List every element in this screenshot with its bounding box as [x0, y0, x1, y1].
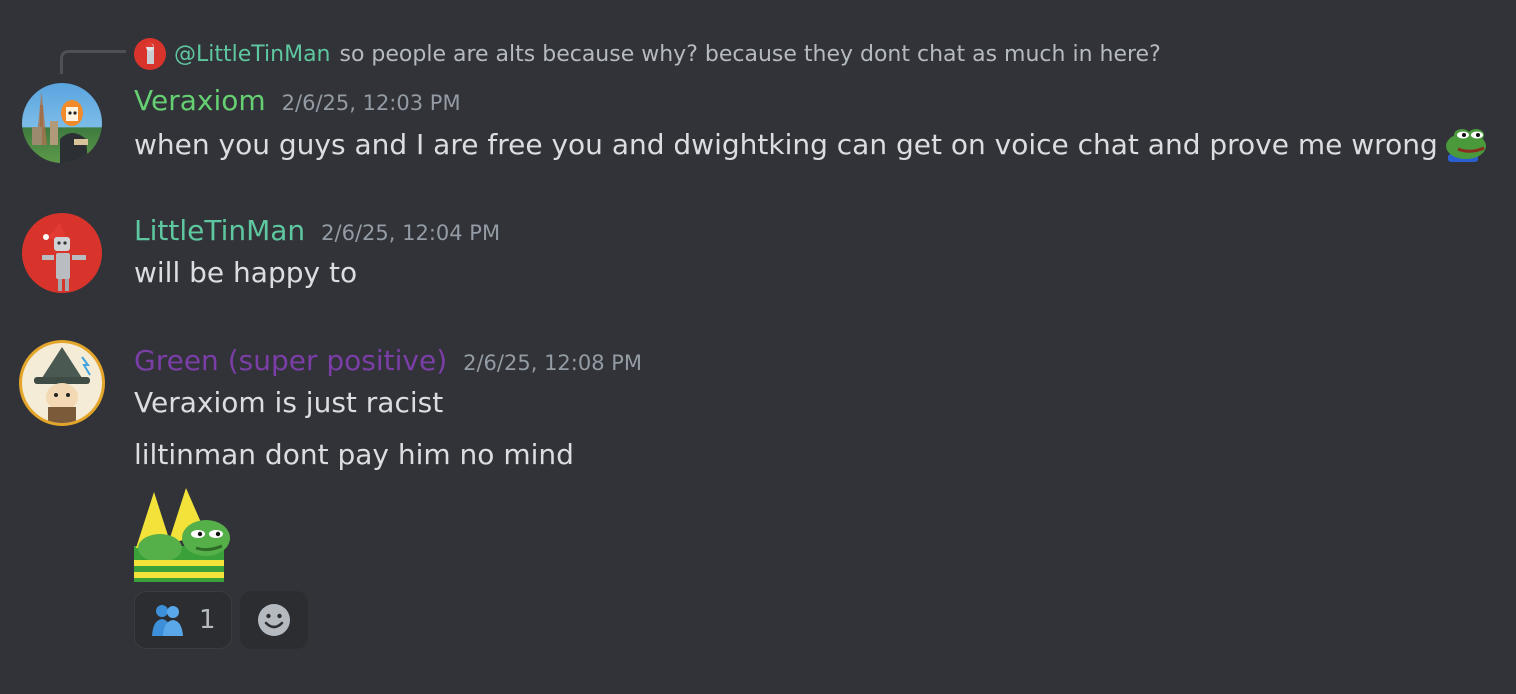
avatar-green[interactable] [22, 343, 102, 423]
reply-text[interactable]: so people are alts because why? because … [340, 42, 1161, 67]
pepe-frog-emoji[interactable] [1444, 124, 1490, 164]
message-header-green: Green (super positive) 2/6/25, 12:08 PM [134, 344, 642, 377]
reply-connector [60, 50, 126, 74]
avatar-littletinman[interactable] [22, 213, 102, 293]
message-text: liltinman dont pay him no mind [134, 438, 574, 471]
timestamp[interactable]: 2/6/25, 12:04 PM [321, 221, 500, 245]
message-line: liltinman dont pay him no mind [134, 438, 574, 471]
chat-window: @LittleTinMan so people are alts because… [0, 0, 1516, 694]
reaction-count: 1 [199, 605, 216, 635]
add-reaction-button[interactable] [240, 591, 308, 649]
people-hugging-icon [152, 605, 183, 636]
message-header-littletinman: LittleTinMan 2/6/25, 12:04 PM [134, 214, 500, 247]
smiley-face-icon [258, 604, 290, 636]
timestamp[interactable]: 2/6/25, 12:03 PM [282, 91, 461, 115]
avatar-veraxiom[interactable] [22, 83, 102, 163]
reply-preview[interactable]: @LittleTinMan so people are alts because… [134, 38, 1161, 70]
message-text: when you guys and I are free you and dwi… [134, 124, 1490, 164]
username-green[interactable]: Green (super positive) [134, 344, 447, 377]
pepe-twins-emoji[interactable] [134, 486, 232, 582]
message-line: will be happy to [134, 256, 358, 289]
reply-avatar[interactable] [134, 38, 166, 70]
username-veraxiom[interactable]: Veraxiom [134, 84, 266, 117]
message-text: will be happy to [134, 256, 357, 289]
message-line: Veraxiom is just racist [134, 386, 444, 419]
reaction-people-hugging[interactable]: 1 [134, 591, 232, 649]
username-littletinman[interactable]: LittleTinMan [134, 214, 305, 247]
message-line: when you guys and I are free you and dwi… [134, 127, 1438, 161]
reply-mention[interactable]: @LittleTinMan [174, 42, 331, 67]
timestamp[interactable]: 2/6/25, 12:08 PM [463, 351, 642, 375]
message-header-veraxiom: Veraxiom 2/6/25, 12:03 PM [134, 84, 461, 117]
message-text: Veraxiom is just racist [134, 386, 443, 419]
